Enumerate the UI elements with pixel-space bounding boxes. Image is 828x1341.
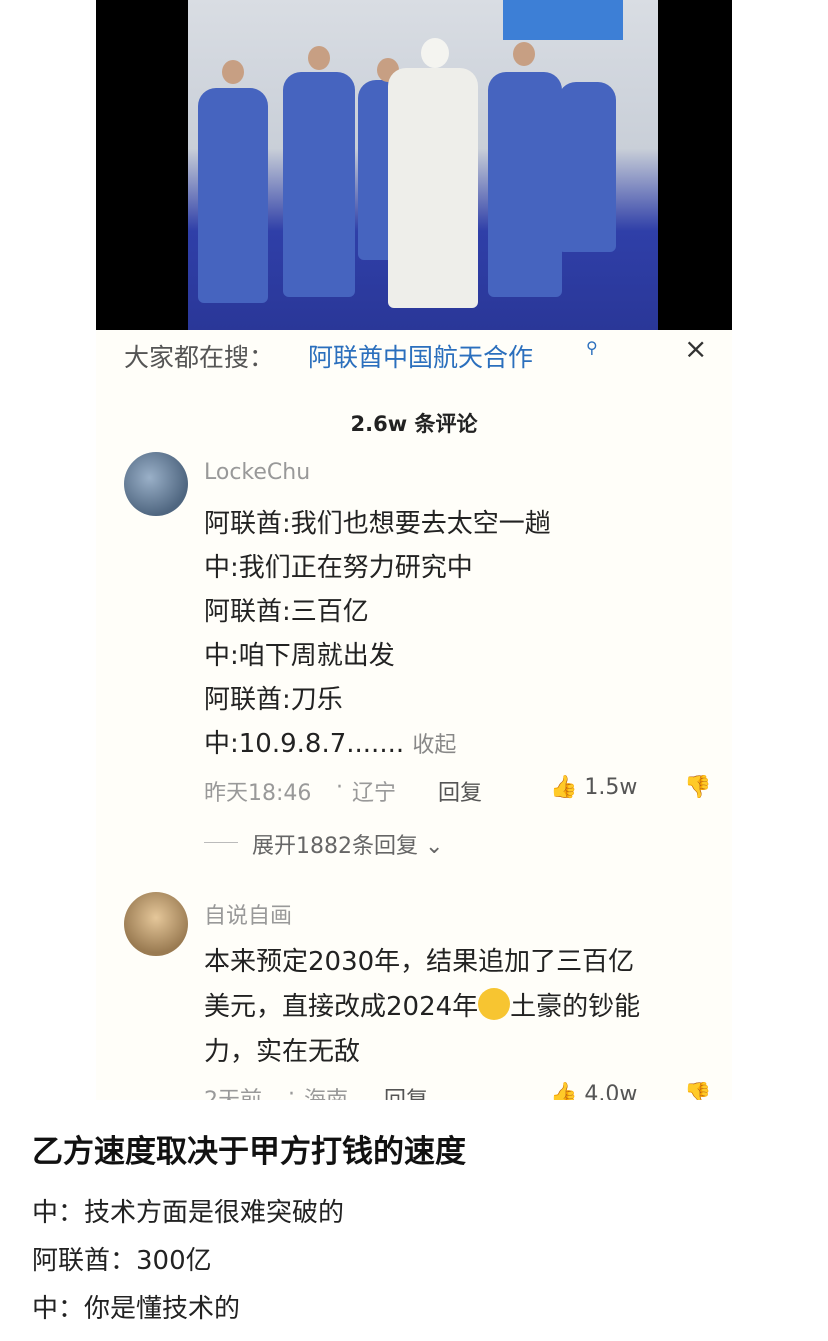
comment-line: 本来预定2030年，结果追加了三百亿 — [204, 947, 635, 977]
thumb-down-icon[interactable]: 👎 — [684, 775, 711, 800]
search-term-link[interactable]: 阿联酋中国航天合作 — [308, 338, 533, 374]
search-icon: ⚲ — [586, 338, 598, 357]
comment-location: 海南 — [304, 1082, 348, 1100]
comments-count-header: 2.6w 条评论 — [350, 412, 478, 436]
collapse-link[interactable]: 收起 — [412, 733, 456, 758]
comment-line: 中:10.9.8.7....... 收起 — [204, 723, 456, 760]
thumb-up-icon: 👍 — [550, 1082, 578, 1100]
comment-line: 阿联酋:三百亿 — [204, 597, 369, 627]
avatar[interactable] — [124, 452, 188, 516]
comment-location: 辽宁 — [352, 781, 397, 806]
separator-dot: · — [336, 775, 343, 800]
search-prefix: 大家都在搜： — [124, 343, 275, 372]
astronaut-head — [513, 42, 535, 66]
expand-replies-label: 展开1882条回复 — [252, 834, 418, 859]
comment-text: 美元，直接改成2024年 — [204, 992, 479, 1022]
close-icon[interactable]: × — [684, 332, 707, 365]
kandura-head — [421, 38, 449, 68]
comment-username[interactable]: LockeChu — [204, 460, 310, 485]
comment-username[interactable]: 自说自画 — [204, 898, 292, 930]
reply-button[interactable]: 回复 — [438, 775, 482, 807]
screenshot-card: 大家都在搜： 阿联酋中国航天合作 ⚲ × 2.6w 条评论 LockeChu 阿… — [96, 0, 732, 1100]
astronaut-figure — [283, 72, 355, 297]
divider — [204, 842, 238, 843]
comment-line: 阿联酋:我们也想要去太空一趟 — [204, 509, 551, 539]
news-photo — [96, 0, 732, 330]
like-count: 4.0w — [584, 1082, 638, 1100]
photo-scene — [188, 0, 658, 330]
comment-line: 美元，直接改成2024年 土豪的钞能 — [204, 986, 640, 1023]
astronaut-figure — [558, 82, 616, 252]
thumb-up-icon: 👍 — [550, 775, 578, 800]
comment-line: 中:我们正在努力研究中 — [204, 553, 473, 583]
astronaut-figure — [488, 72, 562, 297]
separator-dot: · — [288, 1082, 295, 1100]
expand-replies-link[interactable]: 展开1882条回复 ⌄ — [252, 828, 443, 860]
reply-button[interactable]: 回复 — [384, 1082, 428, 1100]
avatar[interactable] — [124, 892, 188, 956]
comment-line: 阿联酋:刀乐 — [204, 685, 343, 715]
astronaut-head — [308, 46, 330, 70]
laughing-emoji-icon — [478, 988, 511, 1020]
comment-time: 2天前 — [204, 1082, 262, 1100]
thumb-down-icon[interactable]: 👎 — [684, 1082, 711, 1100]
astronaut-figure — [198, 88, 268, 303]
like-count: 1.5w — [584, 775, 638, 800]
booth-sign — [503, 0, 623, 40]
kandura-figure — [388, 68, 478, 308]
like-button[interactable]: 👍 4.0w — [550, 1082, 637, 1100]
comment-line: 力，实在无敌 — [204, 1037, 361, 1067]
comment-text: 中:10.9.8.7....... — [204, 729, 405, 759]
comment-line: 中:咱下周就出发 — [204, 641, 395, 671]
comment-text: 土豪的钞能 — [510, 992, 641, 1022]
post-line: 中：技术方面是很难突破的 — [32, 1198, 345, 1228]
post-line: 中：你是懂技术的 — [32, 1294, 241, 1324]
like-button[interactable]: 👍 1.5w — [550, 775, 637, 800]
chevron-down-icon: ⌄ — [425, 834, 444, 859]
search-suggestion-bar[interactable]: 大家都在搜： 阿联酋中国航天合作 ⚲ × — [96, 330, 732, 378]
post-title: 乙方速度取决于甲方打钱的速度 — [32, 1134, 466, 1170]
post-line: 阿联酋：300亿 — [32, 1246, 212, 1276]
comment-time: 昨天18:46 — [204, 781, 312, 806]
astronaut-head — [222, 60, 244, 84]
